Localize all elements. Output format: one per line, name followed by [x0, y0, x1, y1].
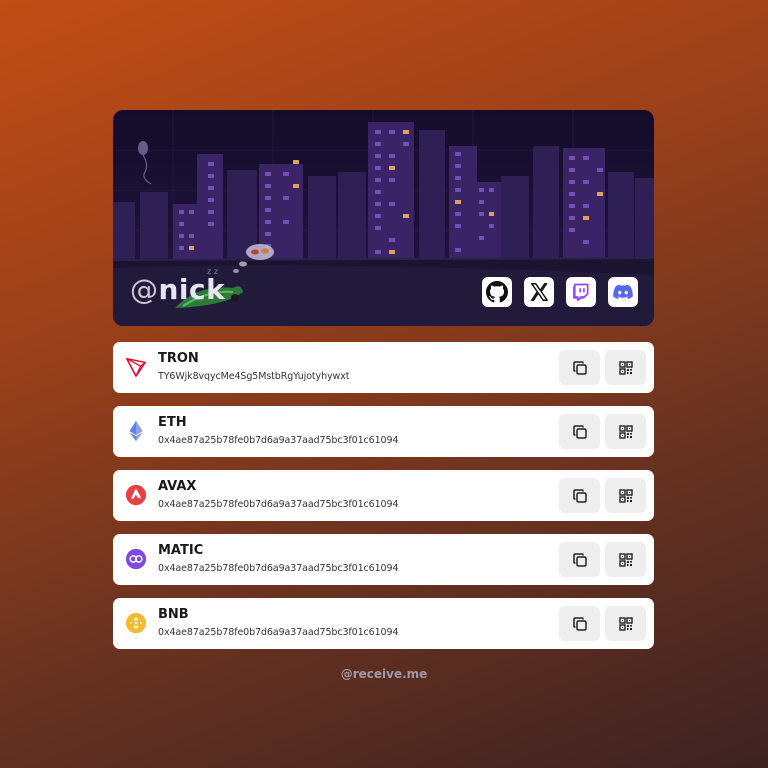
coin-name: ETH: [158, 415, 187, 430]
tron-icon: [126, 358, 146, 377]
coin-name: BNB: [158, 607, 189, 622]
discord-link[interactable]: [608, 277, 638, 307]
username: nick: [158, 273, 226, 306]
show-qr-button[interactable]: [605, 414, 646, 449]
qr-code-icon: [618, 488, 633, 503]
copy-address-button[interactable]: [559, 478, 600, 513]
copy-icon: [572, 616, 587, 631]
github-icon: [486, 281, 508, 303]
copy-address-button[interactable]: [559, 606, 600, 641]
wallet-row-tron: TRON TY6Wjk8vqycMe4Sg5MstbRgYujotyhywxt: [113, 342, 654, 393]
wallet-row-avax: AVAX 0x4ae87a25b78fe0b7d6a9a37aad75bc3f0…: [113, 470, 654, 521]
qr-code-icon: [618, 360, 633, 375]
ethereum-icon: [129, 420, 143, 442]
show-qr-button[interactable]: [605, 478, 646, 513]
show-qr-button[interactable]: [605, 542, 646, 577]
x-link[interactable]: [524, 277, 554, 307]
bnb-icon: [125, 612, 147, 634]
copy-icon: [572, 552, 587, 567]
footer-brand[interactable]: @receive.me: [0, 667, 768, 681]
qr-code-icon: [618, 616, 633, 631]
show-qr-button[interactable]: [605, 350, 646, 385]
twitch-icon: [573, 283, 589, 301]
qr-code-icon: [618, 424, 633, 439]
copy-icon: [572, 488, 587, 503]
copy-address-button[interactable]: [559, 414, 600, 449]
wallet-address: 0x4ae87a25b78fe0b7d6a9a37aad75bc3f01c610…: [158, 563, 399, 574]
coin-name: AVAX: [158, 479, 197, 494]
wallet-row-eth: ETH 0x4ae87a25b78fe0b7d6a9a37aad75bc3f01…: [113, 406, 654, 457]
copy-icon: [572, 360, 587, 375]
x-icon: [530, 283, 548, 301]
show-qr-button[interactable]: [605, 606, 646, 641]
wallet-address: 0x4ae87a25b78fe0b7d6a9a37aad75bc3f01c610…: [158, 435, 399, 446]
coin-name: MATIC: [158, 543, 204, 558]
github-link[interactable]: [482, 277, 512, 307]
polygon-icon: [125, 548, 147, 570]
wallet-row-matic: MATIC 0x4ae87a25b78fe0b7d6a9a37aad75bc3f…: [113, 534, 654, 585]
wallet-address: 0x4ae87a25b78fe0b7d6a9a37aad75bc3f01c610…: [158, 499, 399, 510]
avalanche-icon: [125, 484, 147, 506]
qr-code-icon: [618, 552, 633, 567]
profile-banner: z z @ nick: [113, 110, 654, 326]
wallet-address: 0x4ae87a25b78fe0b7d6a9a37aad75bc3f01c610…: [158, 627, 399, 638]
wallet-address: TY6Wjk8vqycMe4Sg5MstbRgYujotyhywxt: [158, 371, 350, 382]
copy-address-button[interactable]: [559, 350, 600, 385]
discord-icon: [613, 284, 633, 300]
copy-address-button[interactable]: [559, 542, 600, 577]
wallet-list: TRON TY6Wjk8vqycMe4Sg5MstbRgYujotyhywxt …: [113, 342, 654, 662]
profile-handle: @ nick: [130, 273, 225, 306]
coin-name: TRON: [158, 351, 199, 366]
copy-icon: [572, 424, 587, 439]
social-links: [482, 277, 638, 307]
twitch-link[interactable]: [566, 277, 596, 307]
at-sign: @: [130, 273, 159, 306]
wallet-row-bnb: BNB 0x4ae87a25b78fe0b7d6a9a37aad75bc3f01…: [113, 598, 654, 649]
